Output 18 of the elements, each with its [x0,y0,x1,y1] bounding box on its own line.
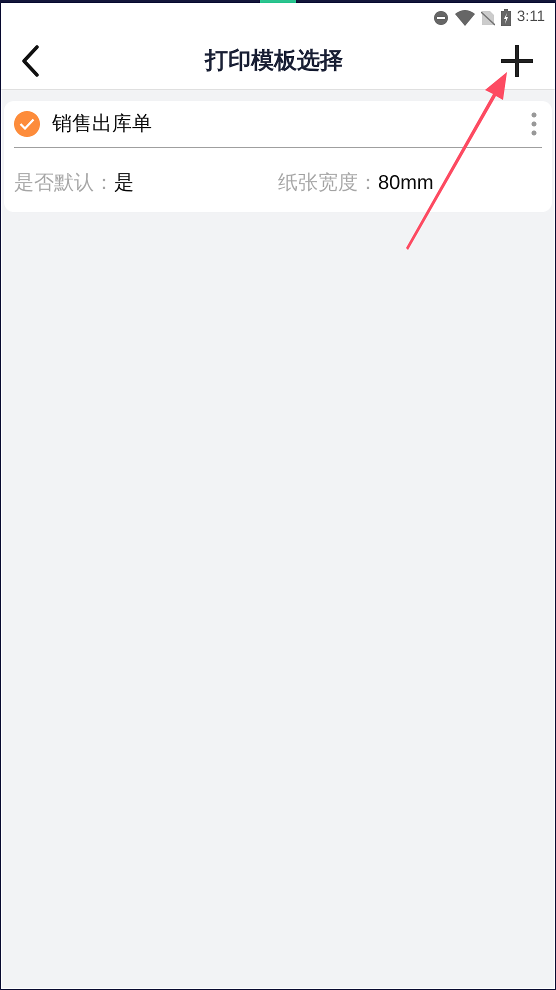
battery-charging-icon [500,9,511,26]
field-value: 80mm [378,171,434,196]
do-not-disturb-icon [432,10,449,26]
plus-icon [501,44,533,76]
field-value: 是 [114,171,134,196]
back-icon [21,44,39,76]
field-label: 是否默认： [14,171,114,196]
wifi-icon [454,10,475,26]
template-card[interactable]: 销售出库单 是否默认：是 纸张宽度：80mm [4,101,552,212]
page-title: 打印模板选择 [205,46,343,76]
no-sim-icon [480,10,495,26]
add-button[interactable] [499,42,535,78]
status-time: 3:11 [516,7,545,28]
more-vertical-icon [531,112,537,136]
template-checkbox[interactable] [14,111,40,137]
check-icon [19,118,35,130]
template-name: 销售出库单 [52,112,152,137]
field-label: 纸张宽度： [278,171,378,196]
